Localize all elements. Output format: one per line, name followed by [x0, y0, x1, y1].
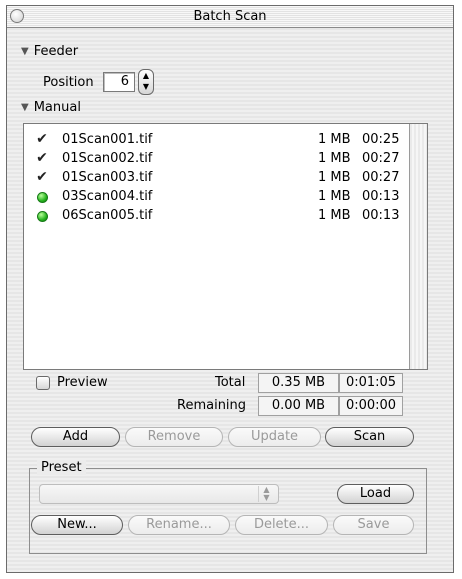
scan-button[interactable]: Scan [325, 427, 414, 447]
file-time: 00:27 [362, 170, 400, 185]
file-size: 1 MB [318, 170, 351, 185]
rename-preset-button[interactable]: Rename... [128, 515, 230, 535]
total-size-value: 0.35 MB [258, 373, 339, 393]
delete-preset-button[interactable]: Delete... [235, 515, 328, 535]
new-preset-button[interactable]: New... [31, 515, 123, 535]
file-name: 06Scan005.tif [62, 208, 153, 223]
list-item[interactable]: ✔ 01Scan002.tif 1 MB 00:27 [32, 149, 412, 168]
list-item[interactable]: 06Scan005.tif 1 MB 00:13 [32, 206, 412, 225]
preset-group [29, 468, 427, 554]
update-button[interactable]: Update [228, 427, 321, 447]
file-name: 03Scan004.tif [62, 189, 153, 204]
file-size: 1 MB [318, 132, 351, 147]
green-dot-icon [32, 206, 52, 228]
checkmark-icon: ✔ [36, 150, 48, 166]
manual-disclosure[interactable]: ▼ Manual [21, 100, 81, 115]
scan-file-list[interactable]: ✔ 01Scan001.tif 1 MB 00:25 ✔ 01Scan002.tif 1 M… [23, 123, 428, 370]
total-label: Total [215, 375, 246, 390]
total-time-value: 0:01:05 [339, 373, 403, 393]
remaining-size-value: 0.00 MB [258, 396, 339, 416]
list-item[interactable]: 03Scan004.tif 1 MB 00:13 [32, 187, 412, 206]
file-time: 00:13 [362, 189, 400, 204]
file-name: 01Scan001.tif [62, 132, 153, 147]
title-bar[interactable]: Batch Scan [7, 6, 453, 28]
preview-checkbox[interactable] [36, 376, 50, 390]
preview-label: Preview [57, 375, 108, 390]
file-size: 1 MB [318, 151, 351, 166]
close-window-button[interactable] [10, 9, 24, 23]
file-name: 01Scan002.tif [62, 151, 153, 166]
load-button[interactable]: Load [337, 484, 414, 504]
file-size: 1 MB [318, 189, 351, 204]
disclosure-triangle-icon[interactable]: ▼ [21, 46, 29, 57]
save-preset-button[interactable]: Save [333, 515, 414, 535]
list-scrollbar[interactable] [409, 124, 427, 369]
add-button[interactable]: Add [31, 427, 120, 447]
position-stepper[interactable]: ▲ ▼ [138, 69, 154, 95]
preset-popup[interactable]: ▲ ▼ [39, 484, 279, 504]
list-item[interactable]: ✔ 01Scan003.tif 1 MB 00:27 [32, 168, 412, 187]
disclosure-triangle-icon[interactable]: ▼ [21, 102, 29, 113]
checkmark-icon: ✔ [36, 131, 48, 147]
stepper-up-icon[interactable]: ▲ [139, 70, 153, 81]
position-field[interactable]: 6 [103, 72, 135, 92]
remaining-label: Remaining [177, 398, 247, 413]
stepper-down-icon[interactable]: ▼ [139, 81, 153, 92]
checkmark-icon: ✔ [36, 169, 48, 185]
file-name: 01Scan003.tif [62, 170, 153, 185]
file-time: 00:13 [362, 208, 400, 223]
feeder-label: Feeder [33, 44, 79, 59]
popup-arrows-icon: ▲ ▼ [258, 486, 274, 502]
remove-button[interactable]: Remove [125, 427, 223, 447]
feeder-disclosure[interactable]: ▼ Feeder [21, 44, 78, 59]
position-label: Position [43, 75, 94, 90]
manual-label: Manual [33, 100, 81, 115]
window-title: Batch Scan [193, 9, 267, 24]
preset-title: Preset [37, 460, 86, 475]
list-item[interactable]: ✔ 01Scan001.tif 1 MB 00:25 [32, 130, 412, 149]
file-time: 00:27 [362, 151, 400, 166]
remaining-time-value: 0:00:00 [339, 396, 403, 416]
batch-scan-window: Batch Scan ▼ Feeder Position 6 ▲ ▼ ▼ Manua… [6, 5, 454, 573]
file-time: 00:25 [362, 132, 400, 147]
file-size: 1 MB [318, 208, 351, 223]
